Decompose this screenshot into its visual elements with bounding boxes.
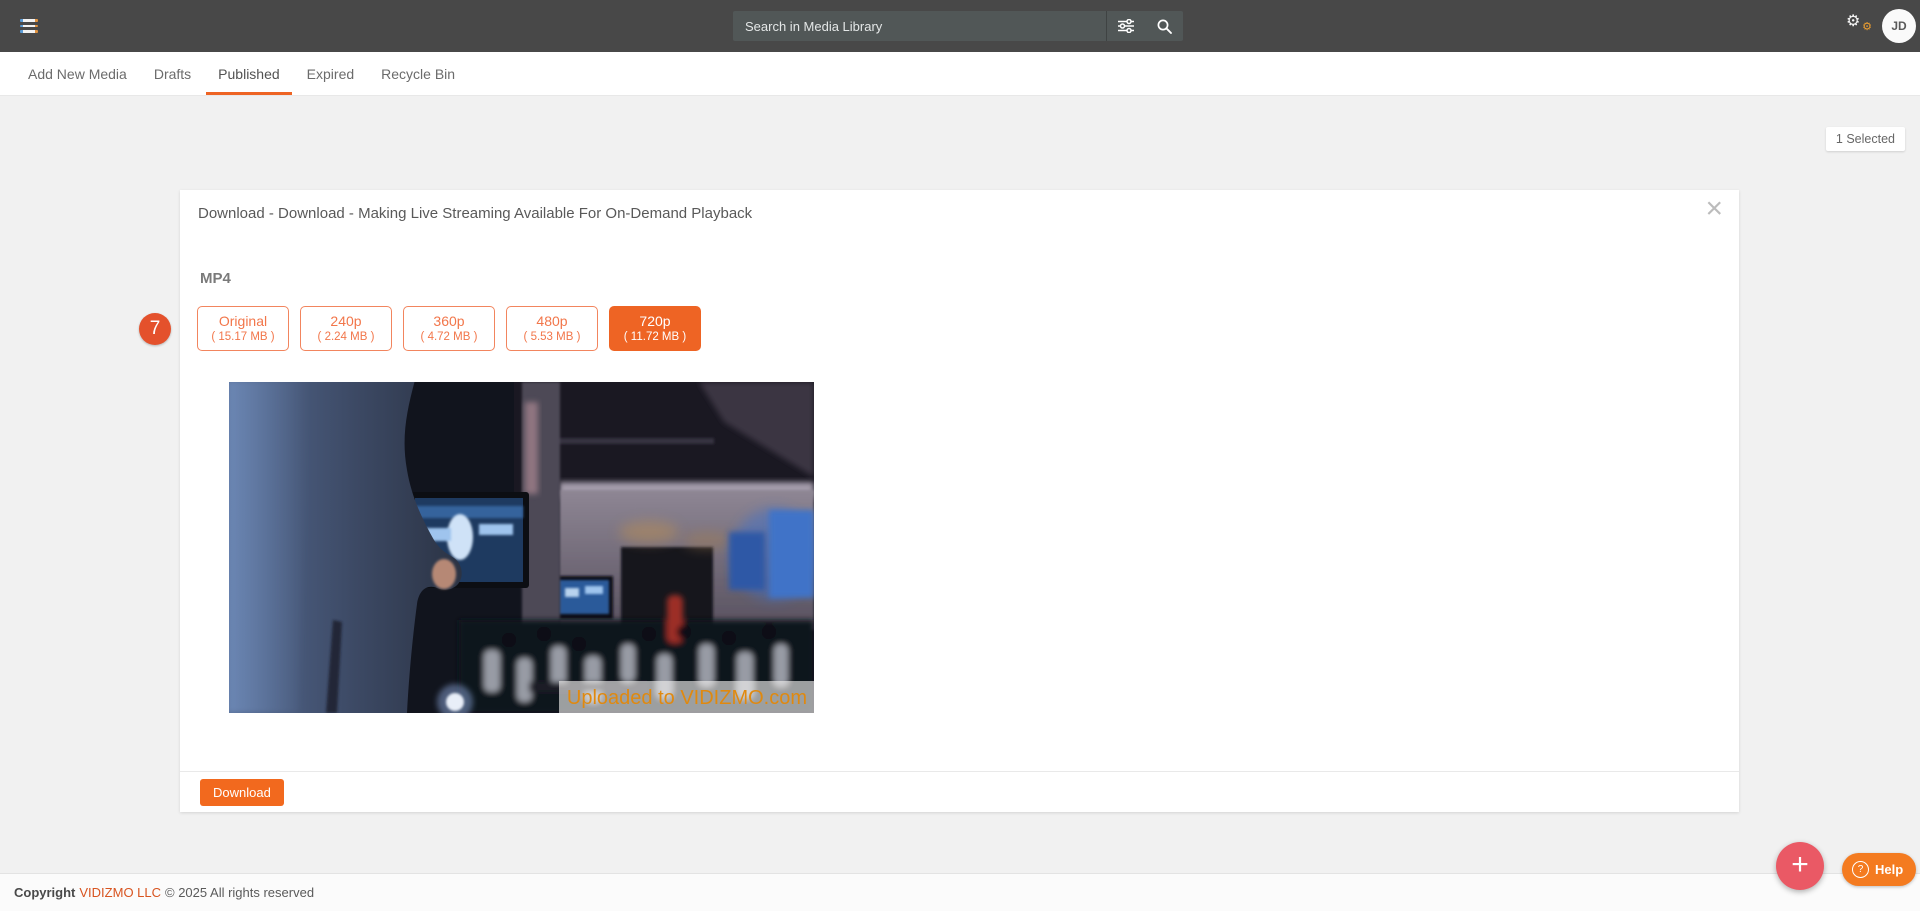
option-360p[interactable]: 360p ( 4.72 MB ): [403, 306, 495, 351]
tab-drafts[interactable]: Drafts: [142, 52, 203, 95]
thumb-watermark-band: Uploaded to VIDIZMO.com: [559, 681, 814, 713]
option-720p[interactable]: 720p ( 11.72 MB ): [609, 306, 701, 351]
watermark-text: Uploaded to VIDIZMO.com: [567, 687, 807, 709]
close-icon[interactable]: ×: [1705, 194, 1723, 224]
dialog-title: Download - Download - Making Live Stream…: [198, 205, 752, 222]
dialog-footer: Download: [180, 771, 1739, 812]
tab-published[interactable]: Published: [206, 52, 292, 95]
option-240p[interactable]: 240p ( 2.24 MB ): [300, 306, 392, 351]
user-avatar[interactable]: JD: [1882, 9, 1916, 43]
format-label: MP4: [200, 270, 231, 287]
question-mark-icon: ?: [1852, 861, 1869, 878]
tab-recycle-bin[interactable]: Recycle Bin: [369, 52, 467, 95]
top-bar-right: ⚙⚙ JD: [1846, 0, 1916, 52]
option-480p[interactable]: 480p ( 5.53 MB ): [506, 306, 598, 351]
settings-gears-icon[interactable]: ⚙⚙: [1846, 14, 1870, 38]
search-input[interactable]: [733, 19, 1106, 34]
search-bar: [733, 11, 1183, 41]
download-button[interactable]: Download: [200, 779, 284, 806]
tab-expired[interactable]: Expired: [295, 52, 366, 95]
video-preview-thumbnail: Uploaded to VIDIZMO.com: [229, 382, 814, 713]
selection-count-badge: 1 Selected: [1826, 127, 1905, 151]
search-icon[interactable]: [1145, 11, 1183, 41]
help-button[interactable]: ? Help: [1842, 853, 1916, 886]
page-footer: Copyright VIDIZMO LLC © 2025 All rights …: [0, 873, 1920, 911]
download-dialog: Download - Download - Making Live Stream…: [180, 190, 1739, 812]
copyright-label: Copyright: [14, 885, 75, 900]
rights-text: © 2025 All rights reserved: [165, 885, 314, 900]
tab-add-new-media[interactable]: Add New Media: [16, 52, 139, 95]
app-window: ⚙⚙ JD Add New Media Drafts Published Exp…: [0, 0, 1920, 911]
plus-icon: +: [1791, 848, 1809, 882]
filter-sliders-icon[interactable]: [1107, 11, 1145, 41]
vidizmo-link[interactable]: VIDIZMO LLC: [79, 885, 161, 900]
step-7-annotation-badge: 7: [139, 313, 171, 345]
top-bar: ⚙⚙ JD: [0, 0, 1920, 52]
media-tabs: Add New Media Drafts Published Expired R…: [0, 52, 1920, 96]
resolution-options: Original ( 15.17 MB ) 240p ( 2.24 MB ) 3…: [197, 306, 701, 351]
help-label: Help: [1875, 862, 1903, 877]
option-original[interactable]: Original ( 15.17 MB ): [197, 306, 289, 351]
hamburger-menu-icon[interactable]: [20, 19, 38, 33]
add-media-fab[interactable]: +: [1776, 842, 1824, 890]
